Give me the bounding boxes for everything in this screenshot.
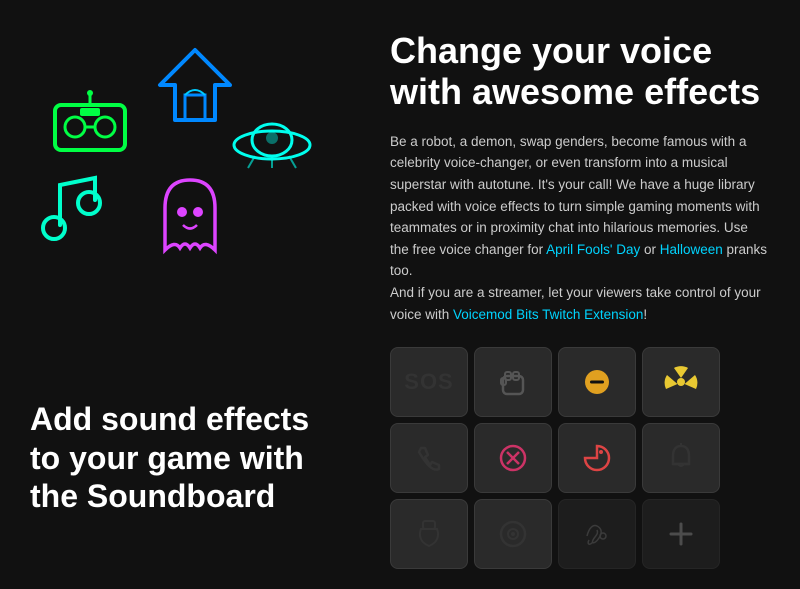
toilet-icon (411, 516, 447, 552)
left-panel (30, 30, 370, 327)
soundboard-promo: Add sound effects to your game with the … (30, 347, 370, 569)
sound-grid: SOS (390, 347, 770, 569)
cancel-tile[interactable] (474, 423, 552, 493)
bottom-section: Add sound effects to your game with the … (0, 347, 800, 589)
april-fools-link[interactable]: April Fools' Day (546, 242, 640, 257)
right-panel: Change your voicewith awesome effects Be… (370, 30, 770, 327)
fist-tile[interactable] (474, 347, 552, 417)
toilet-tile[interactable] (390, 499, 468, 569)
sos-label: SOS (404, 369, 453, 395)
bell-tile[interactable] (642, 423, 720, 493)
plus-tile[interactable] (642, 499, 720, 569)
radiation-tile[interactable] (642, 347, 720, 417)
face-mask-tile[interactable] (558, 423, 636, 493)
halloween-link[interactable]: Halloween (660, 242, 723, 257)
ghost-icon (150, 170, 230, 260)
top-section: Change your voicewith awesome effects Be… (0, 0, 800, 347)
bell-icon (663, 440, 699, 476)
voicemod-bits-link[interactable]: Voicemod Bits Twitch Extension (453, 307, 643, 322)
music-note-icon (40, 170, 110, 250)
house-icon (150, 40, 240, 130)
radiation-icon (663, 364, 699, 400)
circle-minus-icon (579, 364, 615, 400)
description-text: Be a robot, a demon, swap genders, becom… (390, 131, 770, 325)
record-tile[interactable] (474, 499, 552, 569)
circle-minus-tile[interactable] (558, 347, 636, 417)
sound-grid-container: SOS (370, 347, 770, 569)
emoji-art (30, 30, 330, 260)
plus-icon (663, 516, 699, 552)
face-mask-icon (579, 440, 615, 476)
abstract-tile[interactable] (558, 499, 636, 569)
abstract-icon (579, 516, 615, 552)
sos-tile[interactable]: SOS (390, 347, 468, 417)
cancel-icon (495, 440, 531, 476)
record-icon (495, 516, 531, 552)
soundboard-title: Add sound effects to your game with the … (30, 400, 310, 515)
fist-icon (495, 364, 531, 400)
page-title: Change your voicewith awesome effects (390, 30, 770, 113)
ufo-icon (230, 110, 315, 170)
phone-tile[interactable] (390, 423, 468, 493)
phone-icon (411, 440, 447, 476)
robot-icon (50, 90, 130, 155)
